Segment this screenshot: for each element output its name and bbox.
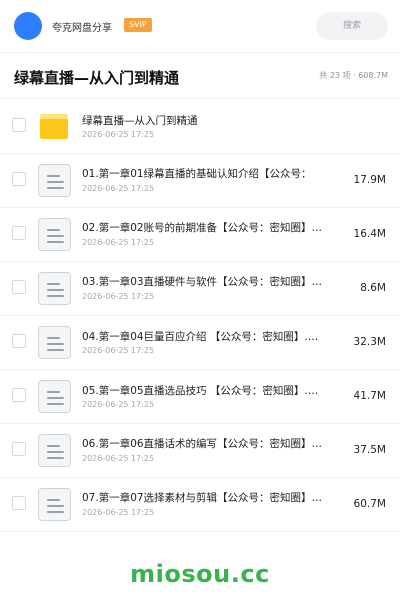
page-title: 绿幕直播—从入门到精通	[14, 69, 180, 87]
document-icon	[38, 434, 71, 467]
document-icon	[38, 326, 71, 359]
file-list: 绿幕直播—从入门到精通 2026-06-25 17:25 2026-06-25 …	[0, 100, 400, 532]
file-name: 04.第一章04巨量百应介绍 【公众号：密知圈】.…	[82, 331, 319, 343]
list-item[interactable]: 04.第一章04巨量百应介绍 【公众号：密知圈】.… 2026-06-25 17…	[0, 316, 400, 370]
row-checkbox[interactable]	[12, 388, 26, 402]
document-icon	[38, 380, 71, 413]
row-checkbox[interactable]	[12, 118, 26, 132]
list-item[interactable]: 2026-06-25 17:25 07.第一章07选择素材与剪辑【公众号：密知圈…	[0, 478, 400, 532]
row-checkbox[interactable]	[12, 496, 26, 510]
file-date: 2026-06-25 17:25	[82, 292, 155, 301]
folder-title-bar: 绿幕直播—从入门到精通 共 23 项 · 608.7M	[0, 53, 400, 99]
row-checkbox[interactable]	[12, 442, 26, 456]
file-date: 2026-06-25 17:25	[82, 508, 155, 517]
file-size: 60.7M	[353, 498, 386, 510]
file-date: 2026-06-25 17:25	[82, 400, 155, 409]
file-size: 8.6M	[360, 282, 386, 294]
file-name: 07.第一章07选择素材与剪辑【公众号：密知圈】…	[82, 492, 323, 504]
user-name: 夸克网盘分享	[52, 23, 112, 34]
file-date: 2026-06-25 17:25	[82, 130, 155, 139]
file-date: 2026-06-25 17:25	[82, 238, 155, 247]
list-item[interactable]: 05.第一章05直播选品技巧 【公众号：密知圈】.… 2026-06-25 17…	[0, 370, 400, 424]
file-name: 06.第一章06直播话术的编写【公众号：密知圈】…	[82, 438, 323, 450]
app-header: 夸克网盘分享 SVIP 搜索	[0, 0, 400, 52]
file-date: 2026-06-25 17:25	[82, 346, 155, 355]
row-checkbox[interactable]	[12, 226, 26, 240]
list-item[interactable]: 2026-06-25 17:25 01.第一章01绿幕直播的基础认知介绍【公众号…	[0, 154, 400, 208]
list-item[interactable]: 2026-06-25 17:25 03.第一章03直播硬件与软件【公众号：密知圈…	[0, 262, 400, 316]
folder-icon	[38, 110, 71, 143]
search-button[interactable]: 搜索	[316, 12, 388, 40]
avatar[interactable]	[14, 12, 42, 40]
document-icon	[38, 164, 71, 197]
file-name: 绿幕直播—从入门到精通	[82, 115, 198, 127]
file-name: 03.第一章03直播硬件与软件【公众号：密知圈】…	[82, 276, 323, 288]
list-item[interactable]: 绿幕直播—从入门到精通 2026-06-25 17:25	[0, 100, 400, 154]
document-icon	[38, 218, 71, 251]
file-size: 17.9M	[353, 174, 386, 186]
document-icon	[38, 488, 71, 521]
file-size: 16.4M	[353, 228, 386, 240]
document-icon	[38, 272, 71, 305]
watermark-text: miosou.cc	[130, 560, 270, 588]
file-name: 05.第一章05直播选品技巧 【公众号：密知圈】.…	[82, 385, 319, 397]
folder-stats: 共 23 项 · 608.7M	[319, 71, 388, 80]
file-name: 02.第一章02账号的前期准备【公众号：密知圈】…	[82, 222, 323, 234]
list-item[interactable]: 2026-06-25 17:25 06.第一章06直播话术的编写【公众号：密知圈…	[0, 424, 400, 478]
file-size: 32.3M	[353, 336, 386, 348]
file-name: 01.第一章01绿幕直播的基础认知介绍【公众号：	[82, 168, 312, 180]
file-date: 2026-06-25 17:25	[82, 184, 155, 193]
row-checkbox[interactable]	[12, 334, 26, 348]
row-checkbox[interactable]	[12, 280, 26, 294]
vip-badge: SVIP	[124, 18, 152, 32]
file-size: 37.5M	[353, 444, 386, 456]
row-checkbox[interactable]	[12, 172, 26, 186]
file-date: 2026-06-25 17:25	[82, 454, 155, 463]
file-size: 41.7M	[353, 390, 386, 402]
list-item[interactable]: 2026-06-25 17:25 02.第一章02账号的前期准备【公众号：密知圈…	[0, 208, 400, 262]
